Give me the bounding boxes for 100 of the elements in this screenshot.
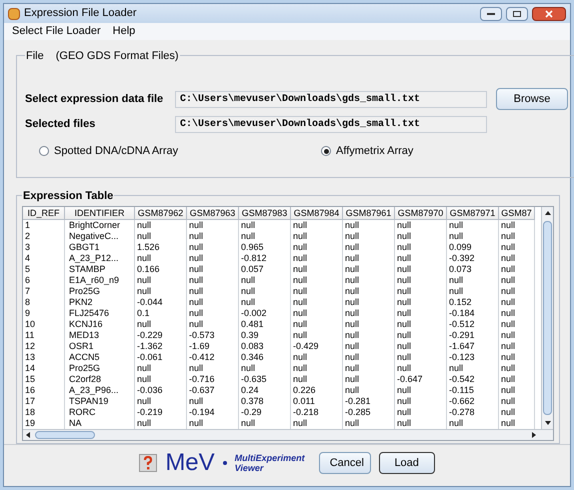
- table-cell: BrightCorner: [69, 220, 120, 230]
- help-icon[interactable]: [139, 454, 158, 472]
- horizontal-scrollbar[interactable]: [23, 429, 553, 440]
- table-cell: 17: [25, 396, 36, 406]
- table-cell: null: [345, 297, 360, 308]
- table-cell: null: [293, 264, 308, 274]
- column-header[interactable]: GSM87984: [291, 207, 343, 220]
- table-cell: -0.115: [449, 385, 474, 396]
- menu-item[interactable]: Help: [112, 23, 136, 40]
- column-header[interactable]: GSM87983: [239, 207, 291, 220]
- browse-button[interactable]: Browse: [496, 88, 568, 110]
- table-cell: FLJ25476: [69, 308, 110, 318]
- table-cell: null: [501, 396, 516, 406]
- table-cell: 0.378: [241, 396, 264, 406]
- radio-button[interactable]: [39, 146, 49, 156]
- table-cell: null: [501, 385, 516, 396]
- table-cell: null: [345, 319, 360, 330]
- table-cell: 1.526: [137, 242, 160, 252]
- table-cell: null: [397, 385, 412, 396]
- table-cell: 0.152: [449, 297, 472, 308]
- table-cell: null: [397, 286, 412, 296]
- table-cell: -0.036: [137, 385, 163, 396]
- column-header[interactable]: IDENTIFIER: [65, 207, 135, 220]
- table-cell: null: [501, 319, 516, 330]
- table-cell: null: [397, 242, 412, 252]
- table-cell: -0.512: [449, 319, 475, 330]
- table-cell: 8: [25, 297, 30, 308]
- table-cell: null: [137, 231, 152, 242]
- table-cell: null: [397, 275, 412, 286]
- logo-caption: Viewer: [234, 463, 265, 474]
- table-cell: 14: [25, 363, 36, 374]
- table-cell: null: [501, 374, 516, 384]
- minimize-icon[interactable]: [480, 6, 502, 21]
- dialog-button[interactable]: Load: [378, 452, 435, 474]
- table-cell: A_23_P12...: [69, 253, 119, 264]
- file-path-field[interactable]: C:\Users\mevuser\Downloads\gds_small.txt: [175, 90, 487, 108]
- table-cell: null: [397, 407, 412, 418]
- table-cell: 9: [25, 308, 30, 318]
- table-cell: null: [397, 297, 412, 308]
- table-cell: null: [241, 275, 256, 286]
- table-cell: null: [501, 231, 516, 242]
- column-header[interactable]: GSM87962: [135, 207, 187, 220]
- table-cell: KCNJ16: [69, 319, 103, 330]
- column-header[interactable]: GSM87961: [343, 207, 395, 220]
- table-cell: null: [241, 418, 256, 428]
- table-cell: null: [397, 308, 412, 318]
- close-icon[interactable]: [532, 6, 566, 21]
- table-cell: -0.29: [241, 407, 262, 418]
- logo-text: MeV: [165, 451, 215, 476]
- table-cell: 12: [25, 341, 36, 352]
- table-cell: 0.965: [241, 242, 264, 252]
- table-cell: -0.123: [449, 352, 475, 362]
- table-cell: null: [501, 330, 516, 340]
- file-path-field[interactable]: C:\Users\mevuser\Downloads\gds_small.txt: [175, 116, 487, 134]
- table-cell: null: [501, 242, 516, 252]
- table-cell: -0.194: [189, 407, 215, 418]
- table-cell: 16: [25, 385, 36, 396]
- column-header[interactable]: GSM87: [499, 207, 535, 220]
- table-cell: null: [397, 319, 412, 330]
- table-cell: null: [397, 330, 412, 340]
- column-header[interactable]: GSM87970: [395, 207, 447, 220]
- table-cell: null: [241, 231, 256, 242]
- table-cell: null: [501, 275, 516, 286]
- table-cell: null: [189, 363, 204, 374]
- table-cell: -1.69: [189, 341, 210, 352]
- table-cell: null: [241, 363, 256, 374]
- table-cell: -0.716: [189, 374, 215, 384]
- menu-item[interactable]: Select File Loader: [12, 23, 101, 40]
- table-cell: NegativeC...: [69, 231, 119, 242]
- column-header[interactable]: GSM87971: [447, 207, 499, 220]
- table-cell: 1: [25, 220, 30, 230]
- table-cell: -0.219: [137, 407, 163, 418]
- vertical-scrollbar[interactable]: [541, 207, 553, 430]
- table-cell: RORC: [69, 407, 96, 418]
- table-cell: null: [241, 286, 256, 296]
- table-cell: null: [397, 418, 412, 428]
- table-cell: -0.573: [189, 330, 215, 340]
- table-cell: null: [501, 220, 516, 230]
- radio-button[interactable]: [321, 146, 331, 156]
- table-cell: null: [449, 275, 464, 286]
- table-cell: -1.362: [137, 341, 163, 352]
- column-header[interactable]: ID_REF: [23, 207, 65, 220]
- table-cell: null: [397, 264, 412, 274]
- table-cell: null: [501, 308, 516, 318]
- table-cell: null: [189, 275, 204, 286]
- maximize-icon[interactable]: [506, 6, 528, 21]
- table-cell: null: [397, 396, 412, 406]
- table-cell: null: [293, 308, 308, 318]
- scroll-up-icon[interactable]: [544, 211, 550, 216]
- table-cell: 0.166: [137, 264, 160, 274]
- table-cell: null: [345, 275, 360, 286]
- scroll-down-icon[interactable]: [544, 421, 550, 426]
- dialog-button[interactable]: Cancel: [318, 452, 371, 474]
- table-cell: null: [501, 341, 516, 352]
- column-header[interactable]: GSM87963: [187, 207, 239, 220]
- table-cell: null: [345, 242, 360, 252]
- table-cell: null: [189, 319, 204, 330]
- table-cell: null: [293, 330, 308, 340]
- table-cell: Pro25G: [69, 286, 100, 296]
- table-cell: null: [345, 374, 360, 384]
